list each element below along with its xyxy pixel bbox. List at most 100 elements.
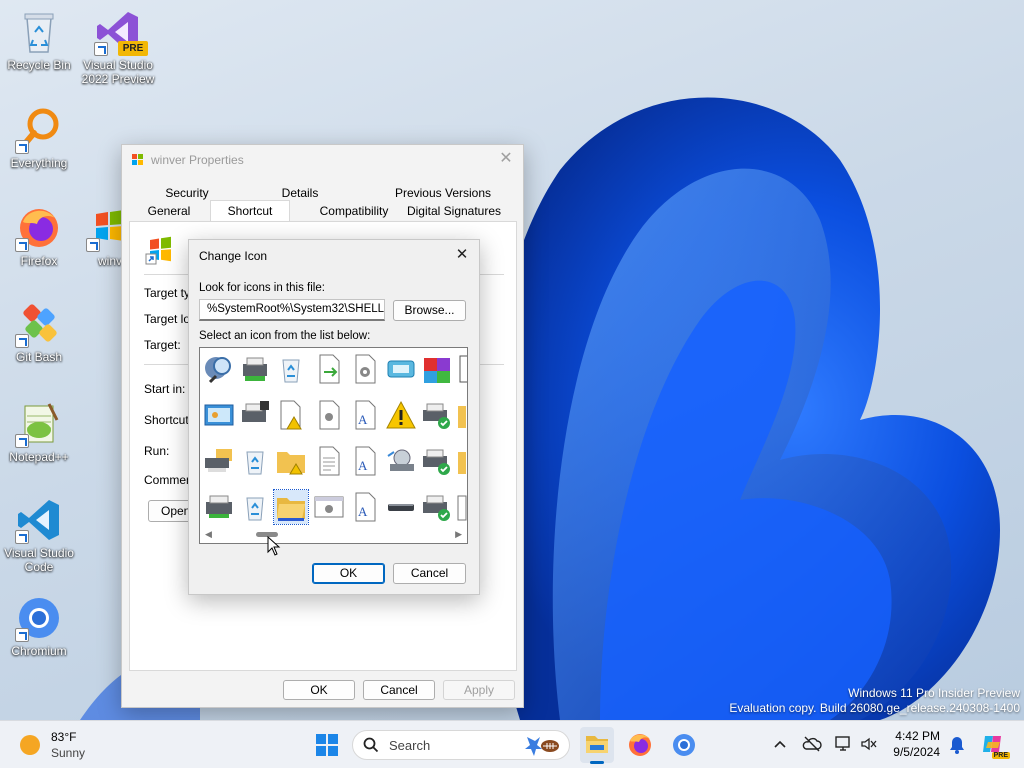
desktop-icon-visual-studio-code[interactable]: Visual Studio Code <box>1 496 77 574</box>
printer-green-icon[interactable] <box>202 490 236 524</box>
horizontal-scrollbar[interactable]: ◀ ▶ <box>200 526 467 543</box>
tab-compatibility[interactable]: Compatibility <box>302 202 406 220</box>
cancel-button[interactable]: Cancel <box>363 680 435 700</box>
globe-magnifier-icon[interactable] <box>202 352 236 386</box>
start-button[interactable] <box>311 729 343 761</box>
control-panel-icon[interactable] <box>202 398 236 432</box>
winver-window-icon <box>130 152 146 168</box>
close-icon[interactable]: ✕ <box>453 246 471 264</box>
desktop-icon-label: Chromium <box>11 644 67 658</box>
desktop-icon-git-bash[interactable]: Git Bash <box>1 300 77 364</box>
taskbar-search-box[interactable]: Search <box>352 730 570 760</box>
shortcut-arrow-icon <box>15 628 29 642</box>
scroll-left-arrow-icon[interactable]: ◀ <box>205 529 212 540</box>
folder-warning-icon[interactable] <box>274 444 308 478</box>
clock[interactable]: 4:42 PM 9/5/2024 <box>888 728 940 760</box>
notepad-plus-plus-icon <box>15 400 63 448</box>
apply-button[interactable]: Apply <box>443 680 515 700</box>
document-gear-icon[interactable] <box>348 352 382 386</box>
clock-date: 9/5/2024 <box>893 745 940 759</box>
visual-studio-icon: PRE <box>94 8 148 56</box>
shortcut-arrow-icon <box>15 530 29 544</box>
network-drive-icon[interactable] <box>384 444 418 478</box>
close-icon[interactable]: ✕ <box>497 150 515 168</box>
tab-digital-signatures[interactable]: Digital Signatures <box>406 202 502 220</box>
tab-security[interactable]: Security <box>158 184 216 202</box>
printer-ready-icon[interactable] <box>420 490 454 524</box>
desktop-icon-everything[interactable]: Everything <box>1 106 77 170</box>
network-printer-icon[interactable] <box>238 398 272 432</box>
desktop-icon-recycle-bin[interactable]: Recycle Bin <box>1 8 77 72</box>
svg-text:A: A <box>358 504 368 519</box>
scroll-right-arrow-icon[interactable]: ▶ <box>455 529 462 540</box>
tab-previous-versions[interactable]: Previous Versions <box>388 184 498 202</box>
folder-open-icon[interactable] <box>273 489 309 525</box>
partial-folder-icon-2[interactable] <box>456 444 467 478</box>
ok-button[interactable]: OK <box>283 680 355 700</box>
icon-list[interactable]: A A A ◀ ▶ <box>199 347 468 544</box>
select-icon-label: Select an icon from the list below: <box>199 330 371 342</box>
desktop-icon-label: Everything <box>10 156 68 170</box>
taskbar-chromium[interactable] <box>668 729 700 761</box>
search-placeholder: Search <box>389 738 431 753</box>
drive-icon[interactable] <box>384 490 418 524</box>
chromium-icon <box>15 594 63 642</box>
document-arrow-icon[interactable] <box>312 352 346 386</box>
desktop-icon-label: Recycle Bin <box>7 58 71 72</box>
desktop-icon-firefox[interactable]: Firefox <box>1 204 77 268</box>
cancel-button[interactable]: Cancel <box>393 563 466 584</box>
partial-folder-icon[interactable] <box>456 398 467 432</box>
onedrive-offline-icon[interactable] <box>802 735 822 753</box>
recycle-bin-empty-icon[interactable] <box>238 490 272 524</box>
tab-shortcut[interactable]: Shortcut <box>210 200 290 222</box>
document-warning-icon[interactable] <box>274 398 308 432</box>
preview-badge: PRE <box>118 41 148 56</box>
search-highlight-icon <box>523 733 563 757</box>
shortcut-arrow-icon <box>15 140 29 154</box>
partial-icon[interactable] <box>456 352 467 386</box>
run-label: Run: <box>144 444 170 458</box>
dialog-title: Change Icon <box>199 249 268 263</box>
everything-search-icon <box>15 106 63 154</box>
settings-document-icon[interactable] <box>312 398 346 432</box>
printer-default-icon[interactable] <box>420 444 454 478</box>
recycle-bin-icon <box>15 8 63 56</box>
tab-general[interactable]: General <box>138 202 200 220</box>
monitor-icon[interactable] <box>384 352 418 386</box>
text-document-icon[interactable] <box>312 444 346 478</box>
shortcut-arrow-icon <box>15 334 29 348</box>
title-bar[interactable]: winver Properties ✕ <box>122 145 523 175</box>
desktop-icon-chromium[interactable]: Chromium <box>1 594 77 658</box>
change-icon-dialog[interactable]: Change Icon ✕ Look for icons in this fil… <box>188 239 480 595</box>
font-a-icon[interactable]: A <box>348 490 382 524</box>
folder-printer-icon[interactable] <box>202 444 236 478</box>
start-in-label: Start in: <box>144 382 186 396</box>
printer-icon[interactable] <box>238 352 272 386</box>
volume-muted-icon[interactable] <box>860 735 878 753</box>
taskbar-file-explorer[interactable] <box>580 727 614 764</box>
font-document-icon[interactable]: A <box>348 398 382 432</box>
desktop-icon-visual-studio-2022-preview[interactable]: PRE Visual Studio 2022 Preview <box>80 8 156 86</box>
show-hidden-icons-chevron-icon[interactable] <box>772 736 788 752</box>
cubes-icon[interactable] <box>420 352 454 386</box>
icon-file-path-input[interactable]: %SystemRoot%\System32\SHELL32 <box>199 299 385 321</box>
firefox-icon <box>629 734 651 756</box>
warning-icon[interactable] <box>384 398 418 432</box>
weather-widget[interactable]: 83°F Sunny <box>16 729 106 761</box>
ok-button[interactable]: OK <box>312 563 385 584</box>
taskbar-firefox[interactable] <box>624 729 656 761</box>
printer-check-icon[interactable] <box>420 398 454 432</box>
browse-button[interactable]: Browse... <box>393 300 466 321</box>
partial-document-icon[interactable] <box>456 490 467 524</box>
desktop-icon-notepad-plus-plus[interactable]: Notepad++ <box>1 400 77 464</box>
recycle-bin-full-icon[interactable] <box>238 444 272 478</box>
window-gear-icon[interactable] <box>312 490 346 524</box>
copilot-pre-badge: PRE <box>991 752 1010 759</box>
svg-text:A: A <box>358 412 368 427</box>
display-icon[interactable] <box>834 735 852 753</box>
copilot-icon[interactable]: PRE <box>980 731 1010 759</box>
recycle-bin-icon[interactable] <box>274 352 308 386</box>
notification-bell-icon[interactable] <box>948 735 966 755</box>
firefox-icon <box>15 204 63 252</box>
font-file-icon[interactable]: A <box>348 444 382 478</box>
